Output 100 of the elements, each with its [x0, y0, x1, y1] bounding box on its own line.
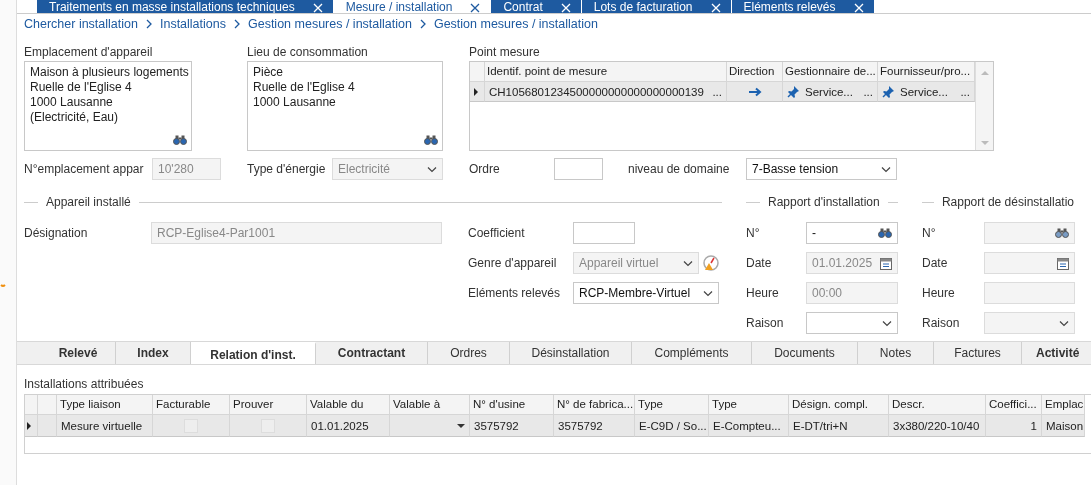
column-header[interactable]: Descr. [889, 395, 986, 415]
column-header[interactable]: Fournisseur/pro... [878, 62, 975, 82]
column-header[interactable]: Identif. point de mesure [485, 62, 727, 82]
arrow-right-icon [747, 86, 762, 97]
field-label: Raison [746, 316, 785, 330]
ellipsis-button[interactable]: ... [712, 85, 722, 98]
tab[interactable]: Désinstallation [510, 342, 632, 364]
field-label: Date [922, 256, 949, 270]
document-tab[interactable]: Contrat [491, 0, 582, 13]
column-header[interactable]: Valable du [307, 395, 390, 415]
table-cell: 01.01.2025 [307, 415, 390, 437]
tab[interactable]: Compléments [632, 342, 752, 364]
field-label: Genre d'appareil [468, 256, 558, 270]
table-cell: E-DT/tri+N [789, 415, 889, 437]
cell-text: Service... [900, 85, 949, 98]
table-cell [38, 415, 57, 437]
column-header[interactable]: Direction [727, 62, 783, 82]
chevron-down-icon [1059, 319, 1069, 327]
tab[interactable]: Contractant [316, 342, 428, 364]
chevron-right-icon [145, 18, 152, 29]
breadcrumb-link[interactable]: Gestion mesures / installation [433, 16, 598, 31]
field-label: Type d'énergie [247, 162, 327, 176]
tab[interactable]: Notes [858, 342, 934, 364]
input-field[interactable] [573, 222, 635, 244]
dropdown[interactable]: RCP-Membre-Virtuel [573, 282, 719, 304]
column-header[interactable]: Gestionnaire de... [783, 62, 878, 82]
field-label: N° [922, 226, 937, 240]
column-header[interactable]: Prouver [230, 395, 307, 415]
column-header[interactable]: Coeffici... [986, 395, 1042, 415]
row-pointer-icon [27, 421, 31, 430]
chevron-right-icon [419, 18, 426, 29]
tab[interactable]: Documents [752, 342, 858, 364]
table-cell: 3x380/220-10/40 [889, 415, 986, 437]
column-header[interactable]: N° d'usine [470, 395, 554, 415]
lookup-field[interactable]: - [806, 222, 898, 244]
chevron-right-icon [233, 18, 240, 29]
address-field[interactable]: Pièce Ruelle de l'Eglise 4 1000 Lausanne [247, 61, 443, 151]
cell-text: Service... [805, 85, 854, 98]
chevron-down-icon [427, 165, 437, 173]
field-label: Coefficient [468, 226, 526, 240]
address-field[interactable]: Maison à plusieurs logements Ruelle de l'Eglise 4 1000 Lausanne (Electricité, Eau) [24, 61, 192, 151]
field-label: niveau de domaine [628, 162, 731, 176]
binoculars-icon[interactable] [173, 135, 187, 145]
column-header[interactable]: Facturable [153, 395, 230, 415]
column-header[interactable]: N° de fabrica... [554, 395, 635, 415]
field-label: Emplacement d'appareil [24, 45, 154, 61]
table-cell: 1 [986, 415, 1042, 437]
table-cell: 3575792 [470, 415, 554, 437]
document-tab[interactable]: Eléments relevés [731, 0, 875, 13]
close-icon[interactable] [470, 3, 481, 13]
column-header[interactable]: Type liaison [57, 395, 153, 415]
dropdown-arrow-icon[interactable] [457, 423, 465, 428]
column-header[interactable]: Type [635, 395, 709, 415]
tab[interactable]: Relation d'inst. [191, 342, 316, 364]
column-header[interactable]: Désign. compl. [789, 395, 889, 415]
group-title: Appareil installé [46, 195, 131, 209]
field-label: Heure [746, 286, 780, 300]
field-label: Date [746, 256, 773, 270]
binoculars-icon[interactable] [424, 135, 438, 145]
table-cell: E-C9D / So... [635, 415, 709, 437]
tab[interactable]: Relevé [41, 342, 116, 364]
ellipsis-button[interactable]: ... [863, 85, 873, 98]
document-tab[interactable]: Lots de facturation [581, 0, 732, 13]
binoculars-icon[interactable] [878, 228, 892, 238]
group-title: Rapport de désinstallatio [941, 195, 1074, 209]
field-label: Désignation [24, 226, 89, 240]
field-label: Point mesure [469, 45, 541, 61]
row-pointer-icon [474, 87, 478, 96]
table-cell: E-Compteu... [709, 415, 789, 437]
row-header[interactable] [25, 415, 38, 437]
document-tab[interactable]: Traitements en masse installations techniques [37, 0, 334, 13]
cell-text: CH1056801234500000000000000000139 [489, 85, 705, 98]
table-cell: Mesure virtuelle [57, 415, 153, 437]
chevron-down-icon [881, 165, 891, 173]
chevron-down-icon [683, 259, 693, 267]
field-label: N°emplacement appar [24, 162, 145, 176]
input-field[interactable] [554, 158, 603, 180]
dropdown[interactable]: 7-Basse tension [746, 158, 897, 180]
pin-icon [787, 85, 800, 98]
field-label: Eléments relevés [468, 286, 562, 300]
chevron-down-icon [882, 319, 892, 327]
breadcrumb-link[interactable]: Chercher installation [24, 16, 138, 31]
tab[interactable]: Activité [1022, 342, 1091, 364]
field-label: Heure [922, 286, 956, 300]
field-label: Ordre [469, 162, 501, 176]
group-title: Rapport d'installation [768, 195, 880, 209]
ellipsis-button[interactable]: ... [960, 85, 970, 98]
column-header[interactable]: Type [709, 395, 789, 415]
chevron-down-icon [703, 289, 713, 297]
table-cell: 3575792 [554, 415, 635, 437]
tab[interactable]: Ordres [428, 342, 510, 364]
pin-icon [882, 85, 895, 98]
column-header[interactable]: Valable à [390, 395, 470, 415]
field-label: Raison [922, 316, 961, 330]
tab[interactable]: Factures [934, 342, 1022, 364]
field-label: N° [746, 226, 761, 240]
breadcrumb-link[interactable]: Installations [159, 16, 226, 31]
column-header[interactable]: Emplac [1042, 395, 1085, 415]
breadcrumb-link[interactable]: Gestion mesures / installation [247, 16, 412, 31]
row-header[interactable] [470, 82, 485, 102]
